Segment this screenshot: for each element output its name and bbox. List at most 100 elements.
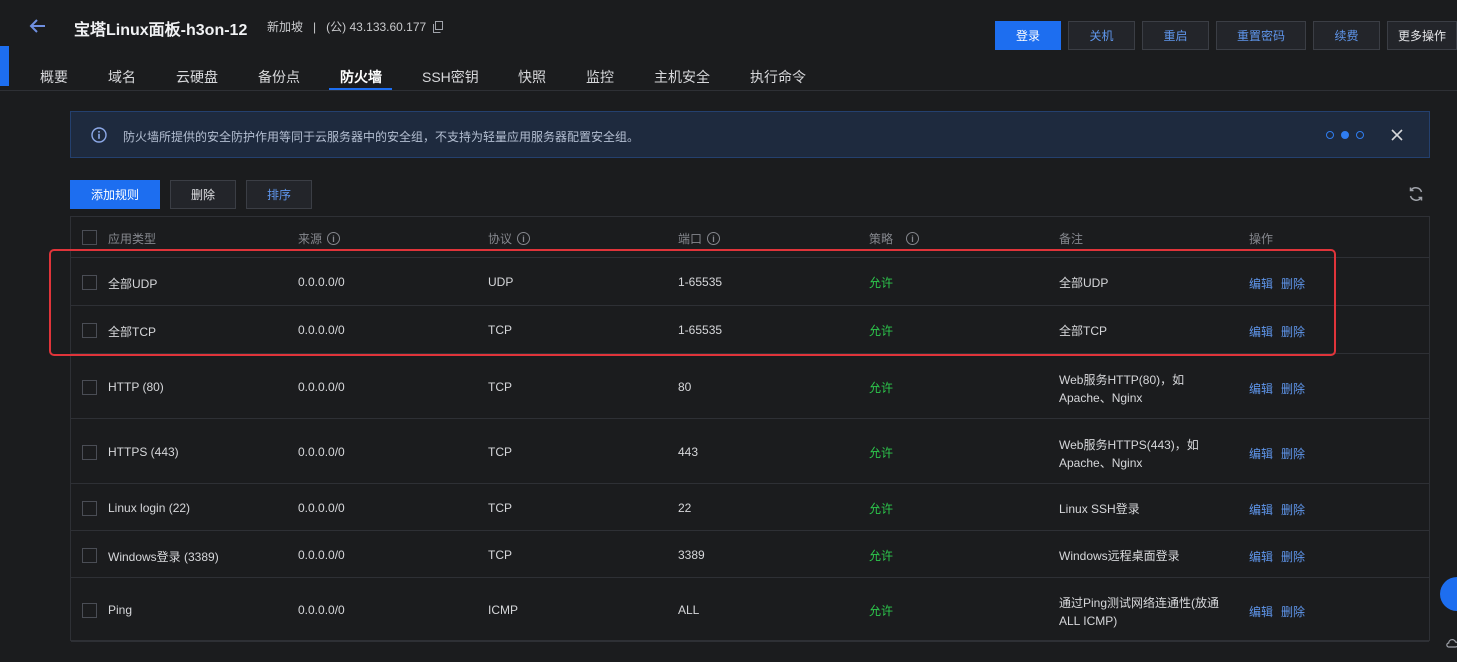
tab-domain[interactable]: 域名 <box>108 67 136 87</box>
help-chat-button[interactable] <box>1440 577 1457 611</box>
delete-link[interactable]: 删除 <box>1281 380 1305 397</box>
cell-policy: 允许 <box>869 381 894 395</box>
cell-port: ALL <box>678 603 700 617</box>
cell-protocol: TCP <box>488 548 512 562</box>
ip-address: (公) 43.133.60.177 <box>326 20 427 34</box>
restart-button[interactable]: 重启 <box>1142 21 1209 50</box>
sort-button[interactable]: 排序 <box>246 180 312 209</box>
back-arrow-icon[interactable] <box>26 14 50 38</box>
cell-policy: 允许 <box>869 276 894 290</box>
row-checkbox[interactable] <box>82 323 97 338</box>
region-label: 新加坡 <box>267 20 304 34</box>
cell-source: 0.0.0.0/0 <box>298 445 345 459</box>
info-icon <box>91 127 107 143</box>
cloud-icon[interactable] <box>1445 636 1457 650</box>
edit-link[interactable]: 编辑 <box>1249 275 1273 292</box>
more-actions-button[interactable]: 更多操作 <box>1387 21 1457 50</box>
cell-type: Ping <box>108 603 133 617</box>
cell-source: 0.0.0.0/0 <box>298 275 345 289</box>
header: 宝塔Linux面板-h3on-12 新加坡 | (公) 43.133.60.17… <box>0 0 1457 56</box>
cell-port: 3389 <box>678 548 705 562</box>
notice-dot-3[interactable] <box>1356 131 1364 139</box>
edit-link[interactable]: 编辑 <box>1249 548 1273 565</box>
delete-link[interactable]: 删除 <box>1281 445 1305 462</box>
delete-link[interactable]: 删除 <box>1281 275 1305 292</box>
tab-snapshot[interactable]: 快照 <box>518 67 546 87</box>
cell-type: 全部TCP <box>108 325 157 339</box>
cell-policy: 允许 <box>869 502 894 516</box>
renew-button[interactable]: 续费 <box>1313 21 1380 50</box>
delete-button[interactable]: 删除 <box>170 180 236 209</box>
edit-link[interactable]: 编辑 <box>1249 445 1273 462</box>
cell-source: 0.0.0.0/0 <box>298 380 345 394</box>
cell-port: 1-65535 <box>678 275 723 289</box>
tab-cloud-disk[interactable]: 云硬盘 <box>176 67 218 87</box>
cell-port: 80 <box>678 380 692 394</box>
cell-note: 通过Ping测试网络连通性(放通ALL ICMP) <box>1059 596 1220 628</box>
table-row: 全部TCP 0.0.0.0/0 TCP 1-65535 允许 全部TCP 编辑 删除 <box>71 306 1429 354</box>
header-source: 来源 i <box>298 230 341 247</box>
table-header: 应用类型 来源 i 协议 i 端口 i 策略 i 备注 操作 <box>71 217 1429 258</box>
row-checkbox[interactable] <box>82 548 97 563</box>
edit-link[interactable]: 编辑 <box>1249 323 1273 340</box>
cell-policy: 允许 <box>869 604 894 618</box>
row-checkbox[interactable] <box>82 275 97 290</box>
table-row: 全部UDP 0.0.0.0/0 UDP 1-65535 允许 全部UDP 编辑 删除 <box>71 258 1429 306</box>
delete-link[interactable]: 删除 <box>1281 548 1305 565</box>
cell-protocol: TCP <box>488 380 512 394</box>
header-buttons: 登录 关机 重启 重置密码 续费 更多操作 <box>995 21 1457 50</box>
row-checkbox[interactable] <box>82 445 97 460</box>
tab-host-security[interactable]: 主机安全 <box>654 67 710 87</box>
select-all-checkbox[interactable] <box>82 230 97 245</box>
close-icon[interactable] <box>1389 127 1405 143</box>
edit-link[interactable]: 编辑 <box>1249 603 1273 620</box>
cell-source: 0.0.0.0/0 <box>298 603 345 617</box>
cell-type: 全部UDP <box>108 277 158 291</box>
row-checkbox[interactable] <box>82 603 97 618</box>
tab-monitor[interactable]: 监控 <box>586 67 614 87</box>
table-row: Ping 0.0.0.0/0 ICMP ALL 允许 通过Ping测试网络连通性(放通AL… <box>71 578 1429 642</box>
row-checkbox[interactable] <box>82 380 97 395</box>
notice-text: 防火墙所提供的安全防护作用等同于云服务器中的安全组，不支持为轻量应用服务器配置安… <box>123 130 640 144</box>
cell-port: 1-65535 <box>678 323 723 337</box>
cell-type: Windows登录 (3389) <box>108 550 219 564</box>
table-row: Linux login (22) 0.0.0.0/0 TCP 22 允许 Linux SS… <box>71 484 1429 531</box>
tab-bar: 概要 域名 云硬盘 备份点 防火墙 SSH密钥 快照 监控 主机安全 执行命令 <box>0 60 1457 91</box>
tab-backup[interactable]: 备份点 <box>258 67 300 87</box>
notice-dot-2[interactable] <box>1341 131 1349 139</box>
header-port: 端口 i <box>678 230 721 247</box>
login-button[interactable]: 登录 <box>995 21 1061 50</box>
cell-type: HTTPS (443) <box>108 445 179 459</box>
cell-policy: 允许 <box>869 446 894 460</box>
header-protocol: 协议 i <box>488 230 531 247</box>
notice-dot-1[interactable] <box>1326 131 1334 139</box>
table-row: HTTP (80) 0.0.0.0/0 TCP 80 允许 Web服务HTTP(80)，如… <box>71 354 1429 419</box>
tab-run-command[interactable]: 执行命令 <box>750 67 806 87</box>
help-icon: i <box>707 232 721 245</box>
refresh-icon[interactable] <box>1407 185 1425 203</box>
edit-link[interactable]: 编辑 <box>1249 380 1273 397</box>
shutdown-button[interactable]: 关机 <box>1068 21 1135 50</box>
add-rule-button[interactable]: 添加规则 <box>70 180 160 209</box>
active-tab-indicator <box>329 88 392 90</box>
delete-link[interactable]: 删除 <box>1281 603 1305 620</box>
reset-password-button[interactable]: 重置密码 <box>1216 21 1306 50</box>
help-icon: i <box>906 232 920 245</box>
firewall-rules-table: 应用类型 来源 i 协议 i 端口 i 策略 i 备注 操作 全部UDP 0.0.0.0/… <box>70 216 1430 642</box>
cell-source: 0.0.0.0/0 <box>298 323 345 337</box>
tab-overview[interactable]: 概要 <box>40 67 68 87</box>
tab-firewall[interactable]: 防火墙 <box>340 67 382 87</box>
tab-ssh-keys[interactable]: SSH密钥 <box>422 67 479 87</box>
cell-protocol: TCP <box>488 445 512 459</box>
cell-note: Web服务HTTPS(443)，如Apache、Nginx <box>1059 438 1199 470</box>
header-ops: 操作 <box>1249 232 1274 246</box>
copy-icon[interactable] <box>432 20 444 33</box>
row-checkbox[interactable] <box>82 501 97 516</box>
help-icon: i <box>517 232 531 245</box>
cell-policy: 允许 <box>869 324 894 338</box>
cell-source: 0.0.0.0/0 <box>298 501 345 515</box>
delete-link[interactable]: 删除 <box>1281 501 1305 518</box>
edit-link[interactable]: 编辑 <box>1249 501 1273 518</box>
cell-protocol: UDP <box>488 275 514 289</box>
delete-link[interactable]: 删除 <box>1281 323 1305 340</box>
